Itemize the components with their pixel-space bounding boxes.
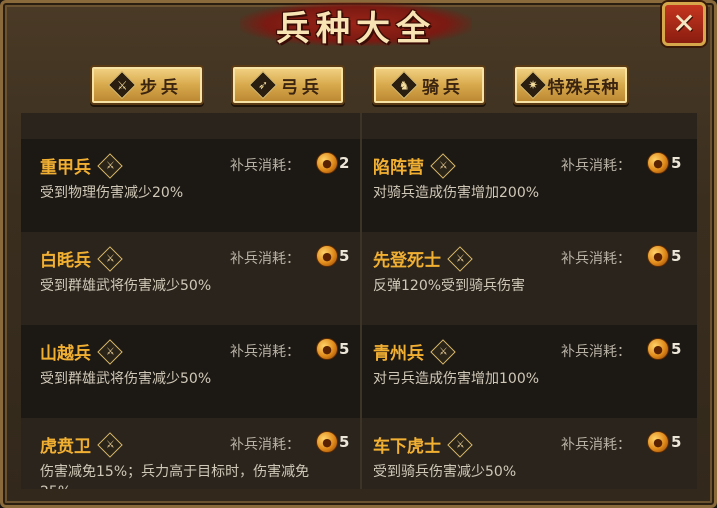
coin-icon: ●: [647, 338, 669, 360]
unit-name: 白眊兵 ⚔: [40, 245, 123, 272]
close-icon: ✕: [672, 7, 696, 40]
unit-description: 对弓兵造成伤害增加100%: [373, 371, 540, 387]
sword-icon: ⚔: [107, 70, 137, 100]
tab-cavalry[interactable]: ♞ 骑兵: [372, 65, 486, 105]
cost-label: 补兵消耗：: [561, 344, 631, 360]
tab-special[interactable]: ✷ 特殊兵种: [513, 65, 629, 105]
coin-icon: ●: [316, 152, 338, 174]
coin-icon: ●: [647, 245, 669, 267]
cost-value: 5: [339, 247, 350, 265]
close-button[interactable]: ✕: [662, 2, 706, 46]
list-header-band: [21, 113, 697, 139]
tab-label: 特殊兵种: [547, 77, 620, 98]
unit-card[interactable]: 虎贲卫⚔ 补兵消耗： ● 5 伤害减免15%；兵力高于目标时，伤害减免25%: [21, 418, 351, 489]
unit-type-icon: ⚔: [430, 338, 456, 365]
cost-value: 5: [339, 340, 350, 358]
unit-name: 青州兵 ⚔: [373, 338, 456, 365]
cost-value: 5: [671, 154, 682, 172]
tab-archer[interactable]: ➶ 弓兵: [231, 65, 345, 105]
coin-icon: ●: [316, 431, 338, 453]
unit-description: 反弹120%受到骑兵伤害: [373, 278, 526, 294]
coin-icon: ●: [647, 152, 669, 174]
coin-icon: ●: [316, 245, 338, 267]
horse-icon: ♞: [389, 70, 419, 100]
unit-type-icon: ⚔: [97, 245, 123, 272]
coin-icon: ●: [316, 338, 338, 360]
unit-name: 车下虎士 ⚔: [373, 431, 473, 458]
unit-type-icon: ⚔: [97, 338, 123, 365]
unit-type-icon: ⚔: [97, 431, 123, 458]
tab-label: 骑兵: [422, 77, 464, 98]
cost-value: 5: [671, 247, 682, 265]
unit-name: 陷阵营 ⚔: [373, 152, 456, 179]
tab-label: 步兵: [140, 77, 182, 98]
unit-name: 山越兵 ⚔: [40, 338, 123, 365]
cost-value: 5: [671, 433, 682, 451]
cost-value: 5: [339, 433, 350, 451]
unit-description: 受到群雄武将伤害减少50%: [40, 278, 212, 294]
unit-description: 对骑兵造成伤害增加200%: [373, 185, 540, 201]
unit-description: 受到骑兵伤害减少50%: [373, 464, 517, 480]
unit-name: 重甲兵 ⚔: [40, 152, 123, 179]
cost-label: 补兵消耗：: [561, 437, 631, 453]
unit-card[interactable]: 青州兵 ⚔ 补兵消耗： ● 5 对弓兵造成伤害增加100%: [362, 325, 692, 418]
coin-icon: ●: [647, 431, 669, 453]
cost-label: 补兵消耗：: [230, 437, 300, 453]
unit-type-icon: ⚔: [447, 245, 473, 272]
unit-type-icon: ⚔: [430, 152, 456, 179]
cost-label: 补兵消耗：: [561, 158, 631, 174]
cost-label: 补兵消耗：: [561, 251, 631, 267]
unit-card[interactable]: 重甲兵 ⚔ 补兵消耗： ● 2 受到物理伤害减少20%: [21, 139, 351, 232]
cost-label: 补兵消耗：: [230, 344, 300, 360]
unit-card[interactable]: 陷阵营 ⚔ 补兵消耗： ● 5 对骑兵造成伤害增加200%: [362, 139, 692, 232]
unit-card[interactable]: 山越兵 ⚔ 补兵消耗： ● 5 受到群雄武将伤害减少50%: [21, 325, 351, 418]
cost-value: 2: [339, 154, 350, 172]
cost-value: 5: [671, 340, 682, 358]
unit-type-icon: ⚔: [97, 152, 123, 179]
bow-icon: ➶: [248, 70, 278, 100]
unit-card[interactable]: 车下虎士 ⚔ 补兵消耗： ● 5 受到骑兵伤害减少50%: [362, 418, 692, 489]
unit-type-icon: ⚔: [447, 431, 473, 458]
cost-label: 补兵消耗：: [230, 158, 300, 174]
cost-label: 补兵消耗：: [230, 251, 300, 267]
tab-infantry[interactable]: ⚔ 步兵: [90, 65, 204, 105]
tab-label: 弓兵: [281, 77, 323, 98]
unit-description: 受到群雄武将伤害减少50%: [40, 371, 212, 387]
dialog-title: 兵种大全: [276, 8, 436, 49]
unit-description: 伤害减免15%；兵力高于目标时，伤害减免25%: [40, 464, 310, 489]
star-icon: ✷: [518, 70, 547, 100]
unit-description: 受到物理伤害减少20%: [40, 185, 184, 201]
unit-name: 虎贲卫 ⚔: [40, 431, 123, 458]
title-banner: 兵种大全: [240, 0, 472, 50]
unit-name: 先登死士 ⚔: [373, 245, 473, 272]
unit-card[interactable]: 白眊兵 ⚔ 补兵消耗： ● 5 受到群雄武将伤害减少50%: [21, 232, 351, 325]
unit-list[interactable]: 重甲兵 ⚔ 补兵消耗： ● 2 受到物理伤害减少20% 陷阵营 ⚔ 补兵消耗： ● …: [21, 113, 697, 489]
unit-card[interactable]: 先登死士 ⚔ 补兵消耗： ● 5 反弹120%受到骑兵伤害: [362, 232, 692, 325]
